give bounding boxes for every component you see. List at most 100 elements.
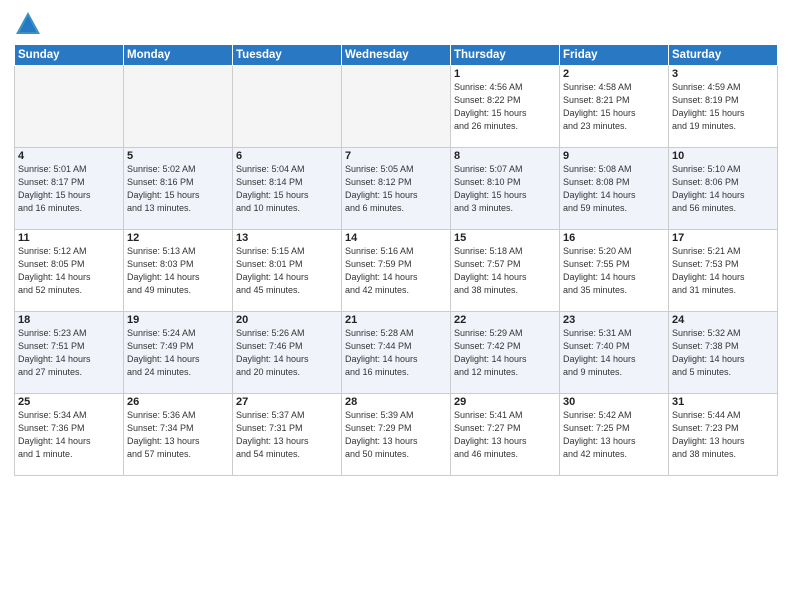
calendar-cell: 10Sunrise: 5:10 AMSunset: 8:06 PMDayligh…: [669, 148, 778, 230]
day-number: 30: [563, 396, 665, 408]
calendar-cell: 11Sunrise: 5:12 AMSunset: 8:05 PMDayligh…: [15, 230, 124, 312]
day-number: 10: [672, 150, 774, 162]
day-info: Sunrise: 4:58 AMSunset: 8:21 PMDaylight:…: [563, 81, 665, 133]
day-number: 22: [454, 314, 556, 326]
week-row-2: 4Sunrise: 5:01 AMSunset: 8:17 PMDaylight…: [15, 148, 778, 230]
day-info: Sunrise: 5:31 AMSunset: 7:40 PMDaylight:…: [563, 327, 665, 379]
day-number: 2: [563, 68, 665, 80]
calendar-cell: 5Sunrise: 5:02 AMSunset: 8:16 PMDaylight…: [124, 148, 233, 230]
header: [14, 10, 778, 38]
day-number: 28: [345, 396, 447, 408]
calendar-cell: 3Sunrise: 4:59 AMSunset: 8:19 PMDaylight…: [669, 66, 778, 148]
day-info: Sunrise: 5:37 AMSunset: 7:31 PMDaylight:…: [236, 409, 338, 461]
day-info: Sunrise: 5:01 AMSunset: 8:17 PMDaylight:…: [18, 163, 120, 215]
calendar-cell: 12Sunrise: 5:13 AMSunset: 8:03 PMDayligh…: [124, 230, 233, 312]
day-number: 31: [672, 396, 774, 408]
day-info: Sunrise: 5:12 AMSunset: 8:05 PMDaylight:…: [18, 245, 120, 297]
day-info: Sunrise: 5:21 AMSunset: 7:53 PMDaylight:…: [672, 245, 774, 297]
logo-icon: [14, 10, 42, 38]
day-number: 29: [454, 396, 556, 408]
day-number: 17: [672, 232, 774, 244]
day-info: Sunrise: 5:41 AMSunset: 7:27 PMDaylight:…: [454, 409, 556, 461]
week-row-1: 1Sunrise: 4:56 AMSunset: 8:22 PMDaylight…: [15, 66, 778, 148]
day-info: Sunrise: 4:56 AMSunset: 8:22 PMDaylight:…: [454, 81, 556, 133]
day-info: Sunrise: 5:02 AMSunset: 8:16 PMDaylight:…: [127, 163, 229, 215]
day-info: Sunrise: 5:42 AMSunset: 7:25 PMDaylight:…: [563, 409, 665, 461]
week-row-4: 18Sunrise: 5:23 AMSunset: 7:51 PMDayligh…: [15, 312, 778, 394]
day-info: Sunrise: 5:15 AMSunset: 8:01 PMDaylight:…: [236, 245, 338, 297]
day-number: 9: [563, 150, 665, 162]
calendar-cell: 28Sunrise: 5:39 AMSunset: 7:29 PMDayligh…: [342, 394, 451, 476]
day-number: 7: [345, 150, 447, 162]
day-number: 25: [18, 396, 120, 408]
calendar-cell: 21Sunrise: 5:28 AMSunset: 7:44 PMDayligh…: [342, 312, 451, 394]
calendar-cell: 14Sunrise: 5:16 AMSunset: 7:59 PMDayligh…: [342, 230, 451, 312]
calendar-cell: 4Sunrise: 5:01 AMSunset: 8:17 PMDaylight…: [15, 148, 124, 230]
day-info: Sunrise: 5:26 AMSunset: 7:46 PMDaylight:…: [236, 327, 338, 379]
calendar-cell: 8Sunrise: 5:07 AMSunset: 8:10 PMDaylight…: [451, 148, 560, 230]
day-info: Sunrise: 5:05 AMSunset: 8:12 PMDaylight:…: [345, 163, 447, 215]
calendar-table: SundayMondayTuesdayWednesdayThursdayFrid…: [14, 44, 778, 476]
calendar-cell: 20Sunrise: 5:26 AMSunset: 7:46 PMDayligh…: [233, 312, 342, 394]
calendar-cell: 16Sunrise: 5:20 AMSunset: 7:55 PMDayligh…: [560, 230, 669, 312]
day-number: 19: [127, 314, 229, 326]
day-number: 11: [18, 232, 120, 244]
day-info: Sunrise: 5:08 AMSunset: 8:08 PMDaylight:…: [563, 163, 665, 215]
day-info: Sunrise: 4:59 AMSunset: 8:19 PMDaylight:…: [672, 81, 774, 133]
calendar-cell: 9Sunrise: 5:08 AMSunset: 8:08 PMDaylight…: [560, 148, 669, 230]
day-number: 16: [563, 232, 665, 244]
calendar-cell: 29Sunrise: 5:41 AMSunset: 7:27 PMDayligh…: [451, 394, 560, 476]
calendar-cell: 22Sunrise: 5:29 AMSunset: 7:42 PMDayligh…: [451, 312, 560, 394]
day-number: 12: [127, 232, 229, 244]
calendar-cell: 1Sunrise: 4:56 AMSunset: 8:22 PMDaylight…: [451, 66, 560, 148]
calendar-cell: 23Sunrise: 5:31 AMSunset: 7:40 PMDayligh…: [560, 312, 669, 394]
day-info: Sunrise: 5:39 AMSunset: 7:29 PMDaylight:…: [345, 409, 447, 461]
day-info: Sunrise: 5:18 AMSunset: 7:57 PMDaylight:…: [454, 245, 556, 297]
day-info: Sunrise: 5:29 AMSunset: 7:42 PMDaylight:…: [454, 327, 556, 379]
day-number: 1: [454, 68, 556, 80]
day-header-friday: Friday: [560, 45, 669, 66]
week-row-5: 25Sunrise: 5:34 AMSunset: 7:36 PMDayligh…: [15, 394, 778, 476]
calendar-page: SundayMondayTuesdayWednesdayThursdayFrid…: [0, 0, 792, 612]
day-info: Sunrise: 5:32 AMSunset: 7:38 PMDaylight:…: [672, 327, 774, 379]
day-number: 26: [127, 396, 229, 408]
calendar-cell: [15, 66, 124, 148]
day-header-monday: Monday: [124, 45, 233, 66]
day-info: Sunrise: 5:07 AMSunset: 8:10 PMDaylight:…: [454, 163, 556, 215]
day-info: Sunrise: 5:13 AMSunset: 8:03 PMDaylight:…: [127, 245, 229, 297]
day-info: Sunrise: 5:34 AMSunset: 7:36 PMDaylight:…: [18, 409, 120, 461]
day-number: 6: [236, 150, 338, 162]
day-info: Sunrise: 5:23 AMSunset: 7:51 PMDaylight:…: [18, 327, 120, 379]
calendar-cell: [124, 66, 233, 148]
day-info: Sunrise: 5:28 AMSunset: 7:44 PMDaylight:…: [345, 327, 447, 379]
day-number: 8: [454, 150, 556, 162]
day-info: Sunrise: 5:10 AMSunset: 8:06 PMDaylight:…: [672, 163, 774, 215]
day-number: 18: [18, 314, 120, 326]
day-number: 13: [236, 232, 338, 244]
day-number: 23: [563, 314, 665, 326]
calendar-cell: 30Sunrise: 5:42 AMSunset: 7:25 PMDayligh…: [560, 394, 669, 476]
calendar-cell: 17Sunrise: 5:21 AMSunset: 7:53 PMDayligh…: [669, 230, 778, 312]
header-row: SundayMondayTuesdayWednesdayThursdayFrid…: [15, 45, 778, 66]
day-number: 21: [345, 314, 447, 326]
calendar-cell: 24Sunrise: 5:32 AMSunset: 7:38 PMDayligh…: [669, 312, 778, 394]
calendar-cell: [233, 66, 342, 148]
day-number: 27: [236, 396, 338, 408]
day-info: Sunrise: 5:44 AMSunset: 7:23 PMDaylight:…: [672, 409, 774, 461]
day-info: Sunrise: 5:16 AMSunset: 7:59 PMDaylight:…: [345, 245, 447, 297]
calendar-cell: 19Sunrise: 5:24 AMSunset: 7:49 PMDayligh…: [124, 312, 233, 394]
calendar-cell: 31Sunrise: 5:44 AMSunset: 7:23 PMDayligh…: [669, 394, 778, 476]
week-row-3: 11Sunrise: 5:12 AMSunset: 8:05 PMDayligh…: [15, 230, 778, 312]
day-number: 24: [672, 314, 774, 326]
day-number: 5: [127, 150, 229, 162]
calendar-cell: [342, 66, 451, 148]
day-header-tuesday: Tuesday: [233, 45, 342, 66]
calendar-cell: 15Sunrise: 5:18 AMSunset: 7:57 PMDayligh…: [451, 230, 560, 312]
day-number: 4: [18, 150, 120, 162]
calendar-cell: 25Sunrise: 5:34 AMSunset: 7:36 PMDayligh…: [15, 394, 124, 476]
calendar-cell: 7Sunrise: 5:05 AMSunset: 8:12 PMDaylight…: [342, 148, 451, 230]
day-header-saturday: Saturday: [669, 45, 778, 66]
calendar-cell: 18Sunrise: 5:23 AMSunset: 7:51 PMDayligh…: [15, 312, 124, 394]
logo: [14, 10, 46, 38]
day-number: 20: [236, 314, 338, 326]
